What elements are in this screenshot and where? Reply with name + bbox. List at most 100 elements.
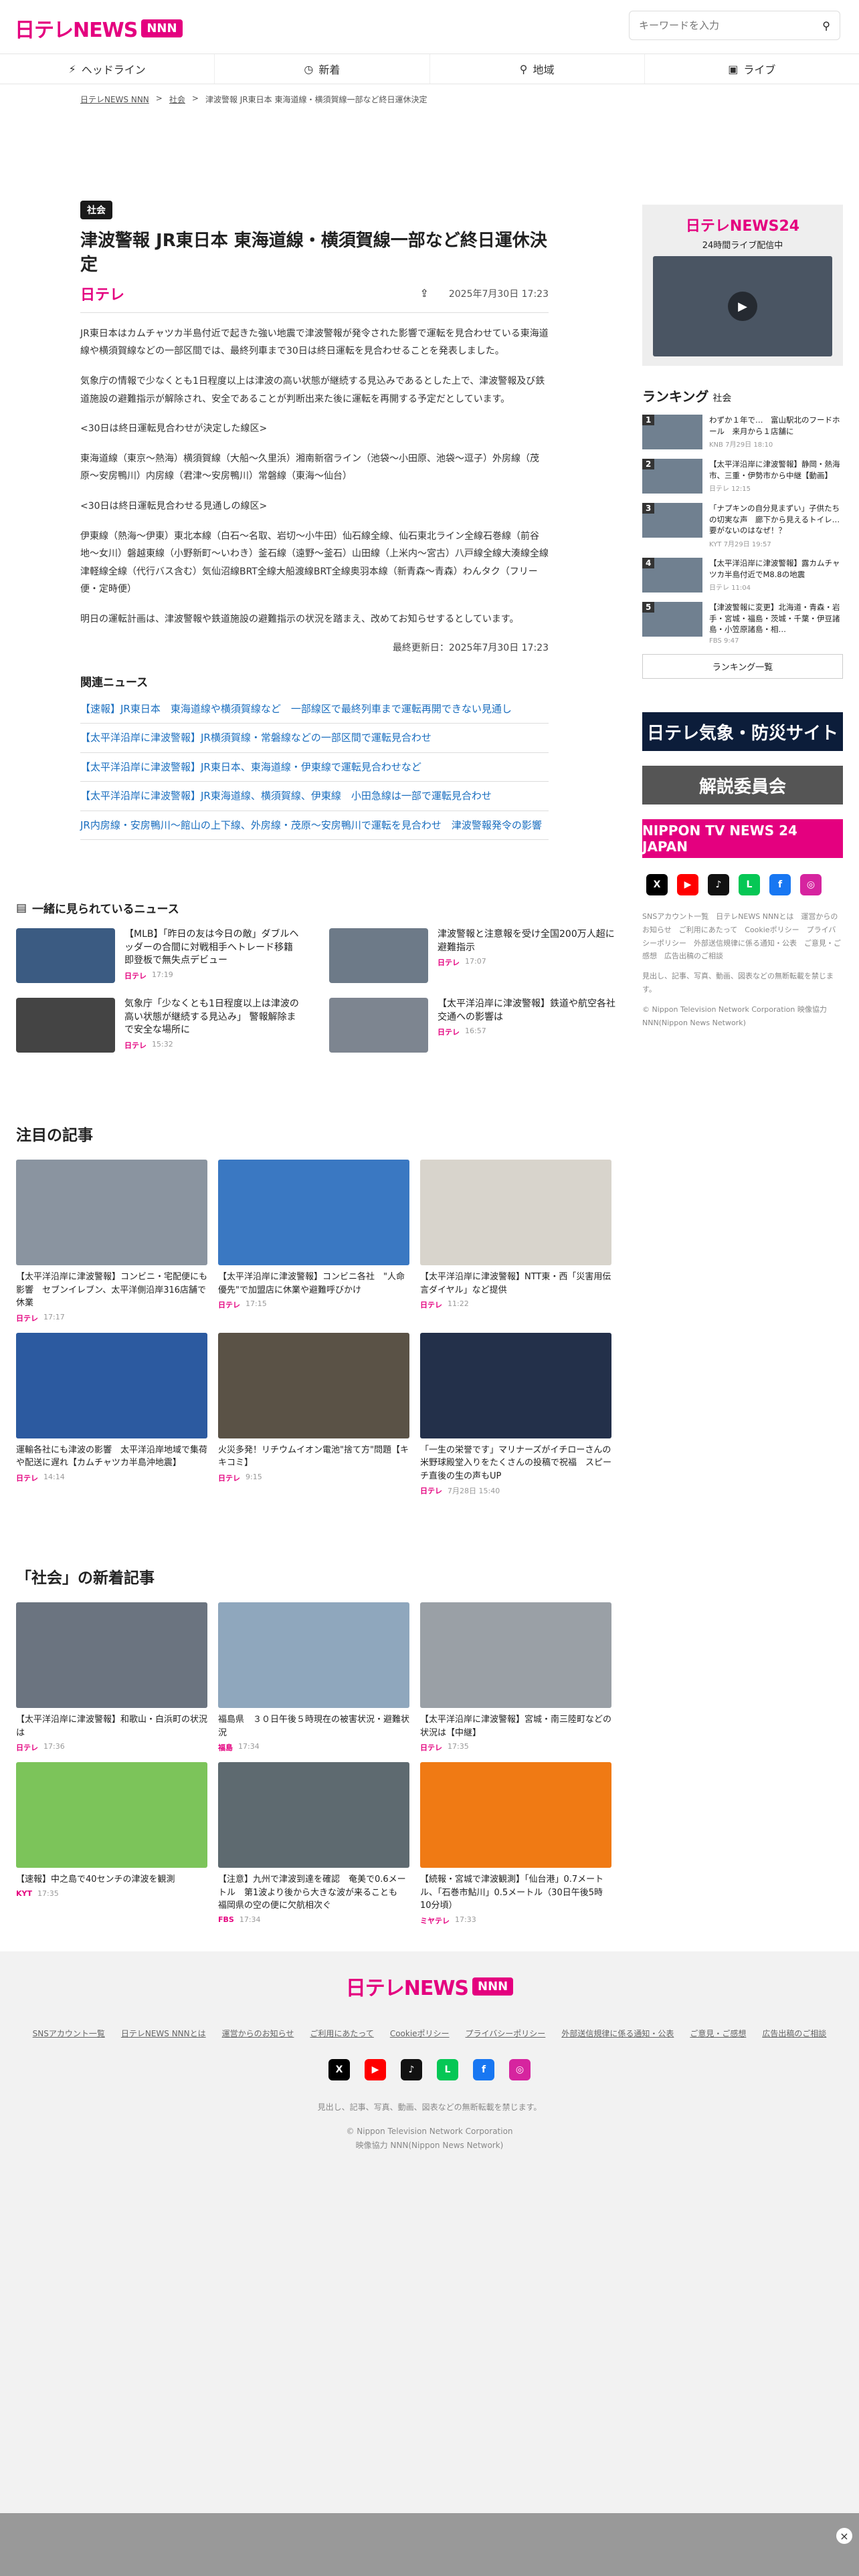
site-logo[interactable]: 日テレNEWS NNN: [15, 13, 183, 43]
ranking-item[interactable]: 5 【津波警報に変更】北海道・青森・岩手・宮城・福島・茨城・千葉・伊豆諸島・小笠原…: [642, 602, 843, 645]
ranking-item[interactable]: 1 わずか１年で… 富山駅北のフードホール 来月から１店舗に KNB 7月29日 1…: [642, 415, 843, 449]
source-logo: 日テレ: [80, 286, 125, 304]
paragraph: <30日は終日運転見合わせが決定した線区>: [80, 423, 268, 435]
facebook-icon[interactable]: f: [769, 874, 791, 896]
nav-new[interactable]: ◷ 新着: [215, 54, 430, 84]
paragraph: JR東日本はカムチャツカ半島付近で起きた強い地震で津波警報が発令された影響で運転…: [80, 328, 549, 357]
ranking-item[interactable]: 2 【太平洋沿岸に津波警報】静岡・熱海市、三重・伊勢市から中継【動画】 日テレ 12…: [642, 459, 843, 494]
article-card[interactable]: 【太平洋沿岸に津波警報】宮城・南三陸町などの状況は【中継】 日テレ 17:35: [420, 1602, 611, 1753]
ad-banner[interactable]: ×: [0, 2513, 859, 2576]
thumbnail: [16, 928, 115, 983]
together-item[interactable]: 【太平洋沿岸に津波警報】鉄道や航空各社 交通への影響は 日テレ 16:57: [329, 998, 625, 1053]
pin-icon: ⚲: [519, 62, 528, 76]
ntv-japan-banner[interactable]: NIPPON TV NEWS 24 JAPAN: [642, 819, 843, 859]
article-date: 2025年7月30日 17:23: [448, 288, 549, 300]
thumbnail: [218, 1762, 409, 1868]
article-meta: 日テレ ⇪ 2025年7月30日 17:23: [80, 283, 549, 313]
article-card[interactable]: 【太平洋沿岸に津波警報】コンビニ・宅配便にも影響 セブンイレブン、太平洋側沿岸3…: [16, 1160, 207, 1323]
thumbnail: [16, 1332, 207, 1438]
crumb-category[interactable]: 社会: [169, 94, 185, 105]
play-icon[interactable]: ▶: [728, 292, 757, 321]
youtube-icon[interactable]: ▶: [365, 2059, 386, 2080]
paragraph: 気象庁の情報で少なくとも1日程度以上は津波の高い状態が継続する見込みであるとした…: [80, 375, 545, 405]
thumbnail: [218, 1160, 409, 1265]
line-icon[interactable]: L: [437, 2059, 458, 2080]
nav-region[interactable]: ⚲ 地域: [430, 54, 645, 84]
related-link[interactable]: 【太平洋沿岸に津波警報】JR東海道線、横須賀線、伊東線 小田急線は一部で運転見合…: [80, 782, 549, 811]
instagram-icon[interactable]: ◎: [509, 2059, 531, 2080]
x-icon[interactable]: X: [646, 874, 668, 896]
related-link[interactable]: 【速報】JR東日本 東海道線や横須賀線など 一部線区で最終列車まで運転再開できな…: [80, 695, 549, 724]
footer-logo[interactable]: 日テレNEWS NNN: [0, 1971, 859, 2001]
sidebar: 日テレNEWS24 24時間ライブ配信中 ▶ ランキング 社会 1 わずか１年で… …: [642, 205, 843, 1029]
thumbnail: [218, 1602, 409, 1708]
article-card[interactable]: 【注意】九州で津波到達を確認 奄美で0.6メートル 第1波より後から大きな波が来…: [218, 1762, 409, 1926]
new-icon: ◷: [304, 62, 314, 76]
article-card[interactable]: 「一生の栄誉です」マリナーズがイチローさんの米野球殿堂入りをたくさんの投稿で祝福…: [420, 1332, 611, 1497]
thumbnail: [329, 998, 428, 1053]
article-card[interactable]: 【太平洋沿岸に津波警報】和歌山・白浜町の状況は 日テレ 17:36: [16, 1602, 207, 1753]
category-tag[interactable]: 社会: [80, 201, 112, 219]
weather-banner[interactable]: 日テレ気象・防災サイト: [642, 712, 843, 752]
article-title: 津波警報 JR東日本 東海道線・横須賀線一部など終日運休決定: [80, 231, 547, 276]
tiktok-icon[interactable]: ♪: [708, 874, 729, 896]
thumbnail: [420, 1332, 611, 1438]
thumbnail: [16, 998, 115, 1053]
search-box: ⚲: [629, 11, 840, 40]
related-heading: 関連ニュース: [80, 675, 149, 689]
article-card[interactable]: 福島県 ３０日午後５時現在の被害状況・避難状況 福島 17:34: [218, 1602, 409, 1753]
section-heading: 「社会」の新着記事: [16, 1570, 155, 1587]
thumbnail: [16, 1602, 207, 1708]
line-icon[interactable]: L: [739, 874, 760, 896]
article-card[interactable]: 運輸各社にも津波の影響 太平洋沿岸地域で集荷や配送に遅れ【カムチャツカ半島沖地震…: [16, 1332, 207, 1497]
related-link[interactable]: JR内房線・安房鴨川〜館山の上下線、外房線・茂原〜安房鴨川で運転を見合わせ 津波…: [80, 811, 549, 840]
instagram-icon[interactable]: ◎: [800, 874, 822, 896]
ranking-item[interactable]: 3 「ナプキンの自分見まずい」子供たちの切実な声 廊下から見えるトイレ…要がないの…: [642, 503, 843, 548]
article-card[interactable]: 【太平洋沿岸に津波警報】コンビニ各社 "人命優先"で加盟店に休業や避難呼びかけ日…: [218, 1160, 409, 1323]
article-card[interactable]: 火災多発！リチウムイオン電池"捨て方"問題【キキコミ】 日テレ 9:15: [218, 1332, 409, 1497]
share-icon[interactable]: ⇪: [419, 287, 428, 300]
youtube-icon[interactable]: ▶: [677, 874, 698, 896]
together-item[interactable]: 津波警報と注意報を受け全国200万人超に避難指示 日テレ 17:07: [329, 928, 618, 983]
section-heading: 注目の記事: [16, 1127, 93, 1144]
logo-text: 日テレNEWS: [15, 19, 138, 42]
nav-live[interactable]: ▣ ライブ: [645, 54, 859, 84]
commentary-banner[interactable]: 解説委員会: [642, 766, 843, 805]
related-link[interactable]: 【太平洋沿岸に津波警報】JR東日本、東海道線・伊東線で運転見合わせなど: [80, 753, 549, 782]
viewed-together: ▤ 一緒に見られているニュース 【MLB】「昨日の友は今日の敵」ダブルヘッダーの合…: [16, 899, 625, 1053]
thumbnail: [16, 1762, 207, 1868]
footer-links: SNSアカウント一覧 日テレNEWS NNNとは 運営からのお知らせ ご利用にあたって…: [32, 2029, 827, 2038]
article-card[interactable]: 【太平洋沿岸に津波警報】NTT東・西「災害用伝言ダイヤル」など提供 日テレ 11:2…: [420, 1160, 611, 1323]
sidebar-links: SNSアカウント一覧 日テレNEWS NNNとは 運営からのお知らせ ご利用にあ…: [642, 912, 841, 1027]
thumbnail: [218, 1332, 409, 1438]
thumbnail: [420, 1602, 611, 1708]
together-item[interactable]: 気象庁「少なくとも1日程度以上は津波の高い状態が継続する見込み」 警報解除まで安…: [16, 998, 305, 1053]
ranking-more-button[interactable]: ランキング一覧: [642, 654, 843, 679]
search-input[interactable]: [639, 19, 799, 31]
tiktok-icon[interactable]: ♪: [401, 2059, 422, 2080]
facebook-icon[interactable]: f: [473, 2059, 494, 2080]
crumb-home[interactable]: 日テレNEWS NNN: [80, 94, 149, 105]
updated-date: 最終更新日：2025年7月30日 17:23: [392, 642, 549, 653]
article-card[interactable]: 【続報・宮城で津波観測】「仙台港」0.7メートル、「石巻市鮎川」0.5メートル（…: [420, 1762, 611, 1926]
nav-headline[interactable]: ⚡ ヘッドライン: [0, 54, 215, 84]
site-footer: 日テレNEWS NNN SNSアカウント一覧 日テレNEWS NNNとは 運営からの…: [0, 1951, 859, 2513]
live-video[interactable]: ▶: [653, 256, 832, 356]
crumb-current: 津波警報 JR東日本 東海道線・横須賀線一部など終日運休決定: [205, 95, 427, 104]
newest-section: 「社会」の新着記事 【太平洋沿岸に津波警報】和歌山・白浜町の状況は 日テレ 17:3…: [16, 1565, 611, 1926]
list-icon: ▤: [16, 901, 27, 915]
article-body: JR東日本はカムチャツカ半島付近で起きた強い地震で津波警報が発令された影響で運転…: [80, 325, 549, 629]
flash-icon: ⚡: [68, 62, 76, 76]
article-card[interactable]: 【速報】中之島で40センチの津波を観測 KYT 17:35: [16, 1762, 207, 1926]
ranking: ランキング 社会 1 わずか１年で… 富山駅北のフードホール 来月から１店舗に KNB…: [642, 386, 843, 679]
site-header: 日テレNEWS NNN ⚲: [0, 0, 859, 53]
global-nav: ⚡ ヘッドライン ◷ 新着 ⚲ 地域 ▣ ライブ: [0, 53, 859, 84]
x-icon[interactable]: X: [328, 2059, 350, 2080]
related-news: 関連ニュース 【速報】JR東日本 東海道線や横須賀線など 一部線区で最終列車まで…: [80, 673, 549, 840]
live-box[interactable]: 日テレNEWS24 24時間ライブ配信中 ▶: [642, 205, 843, 366]
together-item[interactable]: 【MLB】「昨日の友は今日の敵」ダブルヘッダーの合間に対戦相手へトレード移籍 即…: [16, 928, 305, 983]
close-icon[interactable]: ×: [836, 2528, 852, 2544]
ranking-item[interactable]: 4 【太平洋沿岸に津波警報】露カムチャツカ半島付近でM8.8の地震 日テレ 11:0…: [642, 558, 843, 593]
related-link[interactable]: 【太平洋沿岸に津波警報】JR横須賀線・常磐線などの一部区間で運転見合わせ: [80, 724, 549, 753]
search-icon[interactable]: ⚲: [822, 19, 830, 32]
